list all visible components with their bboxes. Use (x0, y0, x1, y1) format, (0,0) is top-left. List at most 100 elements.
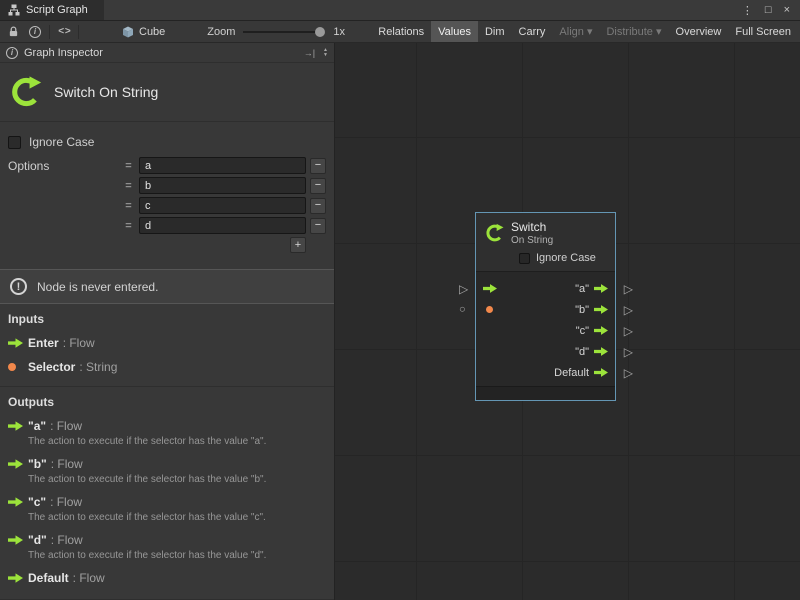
node-ignore-case-checkbox[interactable] (519, 253, 530, 264)
kebab-menu-icon[interactable]: ⋮ (742, 4, 753, 17)
options-label: Options (8, 157, 122, 253)
output-description: The action to execute if the selector ha… (28, 512, 326, 523)
drag-handle-icon[interactable]: = (122, 160, 135, 172)
output-type: : Flow (50, 419, 82, 433)
input-item-enter: Enter : Flow (8, 336, 326, 350)
graph-canvas[interactable]: Switch On String Ignore Case ▷ "a" (335, 43, 800, 600)
inputs-section: Inputs Enter : Flow Selector : String (0, 304, 334, 378)
flow-arrow-icon (8, 421, 28, 431)
flow-arrow-icon (8, 338, 28, 348)
zoom-slider[interactable] (243, 31, 325, 33)
relations-button[interactable]: Relations (371, 21, 431, 42)
distribute-dropdown[interactable]: Distribute ▾ (599, 21, 668, 42)
node-ports: ▷ "a" ▷ ○ "b" (476, 271, 615, 386)
drag-handle-icon[interactable]: = (122, 200, 135, 212)
edit-source-button[interactable]: < > (53, 21, 75, 43)
option-input-d[interactable] (139, 217, 306, 234)
info-button[interactable]: i (24, 21, 46, 43)
selector-dot-icon (486, 306, 493, 313)
output-port-c[interactable]: ▷ (624, 325, 633, 337)
enter-port[interactable]: ▷ (459, 283, 468, 295)
lock-icon (8, 25, 19, 38)
add-option-button[interactable]: + (290, 237, 306, 253)
unit-title-row: Switch On String (0, 63, 334, 121)
scroll-spinner[interactable]: ▲ ▼ (323, 48, 328, 58)
tab-title: Script Graph (26, 4, 88, 16)
inspector-header-icons: →| ▲ ▼ (304, 48, 328, 58)
section-divider (0, 121, 334, 122)
ignore-case-checkbox[interactable] (8, 136, 21, 149)
lock-button[interactable] (2, 21, 24, 43)
info-icon: i (6, 47, 18, 59)
outputs-header: Outputs (8, 395, 326, 409)
remove-option-button[interactable]: − (310, 178, 326, 194)
selector-port[interactable]: ○ (459, 304, 466, 315)
option-input-c[interactable] (139, 197, 306, 214)
flow-arrow-icon (8, 497, 28, 507)
cube-icon (122, 26, 134, 38)
remove-option-button[interactable]: − (310, 158, 326, 174)
toolbar-separator (49, 25, 50, 39)
unit-title: Switch On String (54, 84, 158, 100)
warning-box: ! Node is never entered. (0, 269, 334, 304)
option-row: = − (122, 197, 326, 214)
ignore-case-label: Ignore Case (29, 135, 94, 149)
remove-option-button[interactable]: − (310, 218, 326, 234)
flow-arrow-icon (594, 326, 608, 335)
inspector-header: i Graph Inspector →| ▲ ▼ (0, 43, 334, 63)
flow-arrow-icon (8, 573, 28, 583)
dim-button[interactable]: Dim (478, 21, 512, 42)
close-icon[interactable]: × (784, 4, 790, 16)
warning-text: Node is never entered. (37, 280, 158, 294)
output-type: : Flow (51, 533, 83, 547)
switch-node[interactable]: Switch On String Ignore Case ▷ "a" (475, 212, 616, 401)
node-row-enter-a: ▷ "a" ▷ (476, 278, 615, 299)
inputs-header: Inputs (8, 312, 326, 326)
graph-icon (8, 4, 20, 16)
code-icon: < > (58, 26, 69, 37)
input-type: : Flow (63, 336, 95, 350)
window-titlebar: Script Graph ⋮ □ × (0, 0, 800, 21)
input-item-selector: Selector : String (8, 360, 326, 374)
add-option-row: + (122, 237, 326, 253)
maximize-icon[interactable]: □ (765, 4, 772, 16)
flow-arrow-icon (8, 459, 28, 469)
node-header: Switch On String (476, 213, 615, 249)
output-port-d[interactable]: ▷ (624, 346, 633, 358)
object-context-button[interactable]: Cube (122, 26, 165, 38)
switch-unit-icon (8, 75, 42, 109)
option-input-b[interactable] (139, 177, 306, 194)
toolbar-separator (78, 25, 79, 39)
dock-icon[interactable]: →| (304, 48, 315, 58)
outputs-section: Outputs "a" : Flow The action to execute… (0, 387, 334, 589)
remove-option-button[interactable]: − (310, 198, 326, 214)
output-description: The action to execute if the selector ha… (28, 550, 326, 561)
node-output-label: "c" (576, 325, 589, 337)
output-description: The action to execute if the selector ha… (28, 436, 326, 447)
fullscreen-button[interactable]: Full Screen (728, 21, 798, 42)
align-dropdown[interactable]: Align ▾ (552, 21, 599, 42)
drag-handle-icon[interactable]: = (122, 180, 135, 192)
window-controls: ⋮ □ × (742, 0, 800, 20)
output-name: "a" (28, 419, 46, 433)
output-port-default[interactable]: ▷ (624, 367, 633, 379)
node-title: Switch (511, 220, 553, 234)
drag-handle-icon[interactable]: = (122, 220, 135, 232)
ignore-case-row: Ignore Case (8, 135, 326, 149)
carry-button[interactable]: Carry (512, 21, 553, 42)
output-port-b[interactable]: ▷ (624, 304, 633, 316)
flow-arrow-icon (594, 305, 608, 314)
zoom-slider-handle[interactable] (315, 27, 325, 37)
overview-button[interactable]: Overview (669, 21, 729, 42)
node-output-label: Default (554, 367, 589, 379)
node-output-label: "d" (575, 346, 589, 358)
output-name: "c" (28, 495, 46, 509)
option-input-a[interactable] (139, 157, 306, 174)
flow-arrow-icon (8, 535, 28, 545)
values-button[interactable]: Values (431, 21, 478, 42)
output-type: : Flow (73, 571, 105, 585)
output-port-a[interactable]: ▷ (624, 283, 633, 295)
graph-inspector-panel: i Graph Inspector →| ▲ ▼ Switch On Strin… (0, 43, 335, 600)
input-name: Selector (28, 360, 75, 374)
tab-script-graph[interactable]: Script Graph (0, 0, 104, 20)
